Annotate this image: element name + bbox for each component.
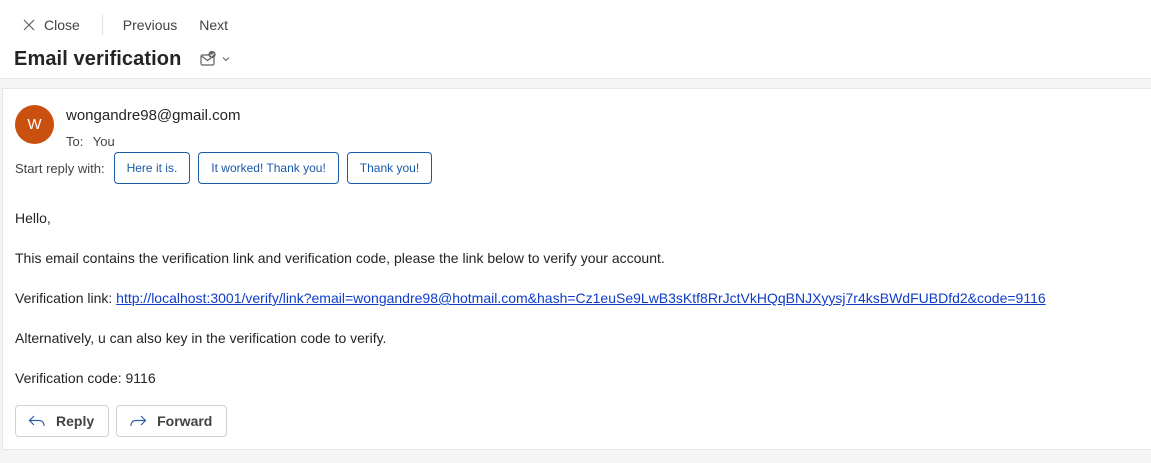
message-actions: Reply Forward bbox=[15, 405, 234, 437]
next-button[interactable]: Next bbox=[191, 10, 236, 40]
toolbar-divider bbox=[101, 15, 103, 35]
summary-menu-button[interactable] bbox=[199, 50, 231, 68]
reply-label: Reply bbox=[56, 413, 95, 429]
subject-row: Email verification bbox=[14, 45, 231, 73]
close-icon bbox=[22, 18, 36, 32]
reply-button[interactable]: Reply bbox=[15, 405, 110, 437]
toolbar: Close Previous Next bbox=[14, 10, 236, 40]
recipient-name[interactable]: You bbox=[93, 134, 115, 149]
verification-code-line: Verification code: 9116 bbox=[15, 370, 156, 386]
mail-check-icon bbox=[199, 50, 217, 68]
suggested-reply-here-it-is[interactable]: Here it is. bbox=[113, 152, 191, 184]
previous-button[interactable]: Previous bbox=[115, 10, 185, 40]
to-label: To: bbox=[66, 134, 84, 149]
message-card: W wongandre98@gmail.com To: You Start re… bbox=[2, 88, 1151, 450]
chevron-down-icon bbox=[221, 54, 231, 64]
reading-pane-header: Close Previous Next Email verification bbox=[0, 0, 1151, 79]
forward-label: Forward bbox=[157, 413, 213, 429]
forward-button[interactable]: Forward bbox=[116, 405, 228, 437]
recipient-line: To: You bbox=[66, 134, 115, 149]
verification-link-label: Verification link: bbox=[15, 290, 117, 306]
avatar[interactable]: W bbox=[15, 105, 54, 144]
verification-link[interactable]: http://localhost:3001/verify/link?email=… bbox=[116, 290, 1045, 306]
reply-icon bbox=[28, 414, 56, 428]
alternative-paragraph: Alternatively, u can also key in the ver… bbox=[15, 330, 387, 346]
body-paragraph: This email contains the verification lin… bbox=[15, 250, 665, 266]
sender-address[interactable]: wongandre98@gmail.com bbox=[66, 107, 241, 124]
suggested-reply-it-worked[interactable]: It worked! Thank you! bbox=[198, 152, 339, 184]
verification-link-line: Verification link: http://localhost:3001… bbox=[15, 290, 1046, 306]
close-label: Close bbox=[44, 17, 80, 33]
greeting-text: Hello, bbox=[15, 210, 51, 226]
close-button[interactable]: Close bbox=[14, 10, 88, 40]
start-reply-label: Start reply with: bbox=[15, 160, 105, 176]
forward-icon bbox=[129, 414, 157, 428]
suggested-replies: Start reply with: Here it is. It worked!… bbox=[15, 152, 440, 184]
suggested-reply-thank-you[interactable]: Thank you! bbox=[346, 152, 433, 184]
email-subject: Email verification bbox=[14, 47, 182, 70]
